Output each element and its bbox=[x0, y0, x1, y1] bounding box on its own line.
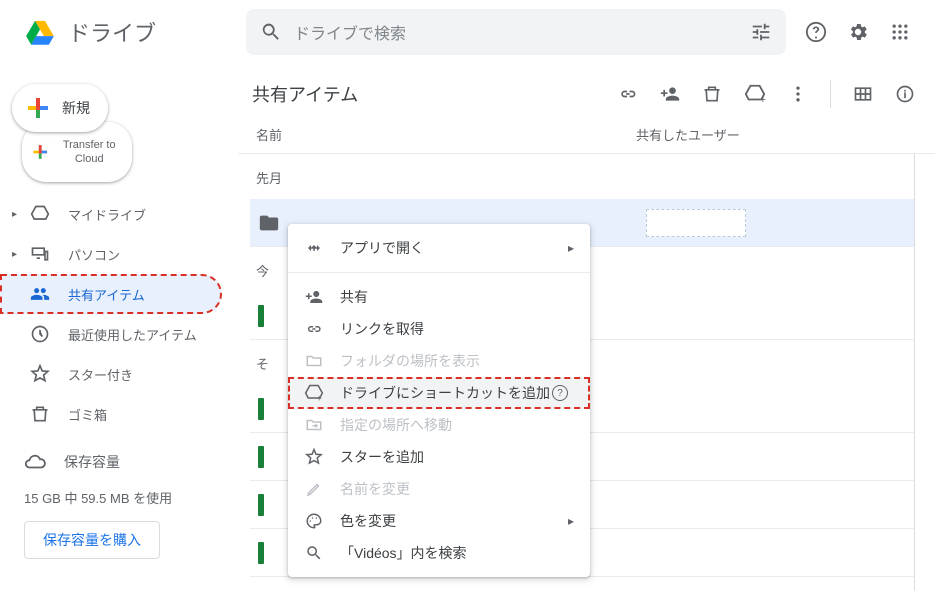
help-icon[interactable]: ? bbox=[552, 385, 568, 401]
apps-grid-icon[interactable] bbox=[888, 20, 912, 44]
sidebar-item-computers[interactable]: ▸ パソコン bbox=[0, 234, 222, 274]
app-header: ドライブ ドライブで検索 bbox=[0, 0, 935, 64]
ctx-rename: 名前を変更 bbox=[288, 473, 590, 505]
section-label: 先月 bbox=[250, 154, 914, 199]
drive-shortcut-icon[interactable]: + bbox=[744, 83, 766, 105]
sidebar-item-shared[interactable]: 共有アイテム bbox=[0, 274, 222, 314]
star-icon bbox=[28, 364, 52, 384]
transfer-label: Transfer to Cloud bbox=[54, 138, 124, 166]
svg-text:+: + bbox=[317, 393, 322, 403]
ctx-search-in[interactable]: 「Vidéos」内を検索 bbox=[288, 537, 590, 569]
col-shared-by[interactable]: 共有したユーザー bbox=[636, 125, 740, 144]
ctx-move: 指定の場所へ移動 bbox=[288, 409, 590, 441]
ctx-add-shortcut[interactable]: + ドライブにショートカットを追加 ? bbox=[288, 377, 590, 409]
more-icon[interactable] bbox=[788, 84, 808, 104]
sidebar: 新規 Transfer to Cloud ▸ マイドライブ ▸ パソコン 共有ア bbox=[0, 64, 238, 591]
context-menu: アプリで開く ▸ 共有 リンクを取得 フォルダの場所を表示 + ドライブにショー… bbox=[288, 224, 590, 577]
grid-view-icon[interactable] bbox=[853, 84, 873, 104]
sidebar-item-starred[interactable]: スター付き bbox=[0, 354, 222, 394]
folder-icon bbox=[258, 212, 280, 234]
plus-multi-icon bbox=[32, 142, 48, 162]
content-header: 共有アイテム + bbox=[238, 64, 935, 124]
sidebar-item-mydrive[interactable]: ▸ マイドライブ bbox=[0, 194, 222, 234]
item-icon bbox=[258, 446, 264, 468]
redacted-user bbox=[646, 209, 746, 237]
folder-icon bbox=[304, 351, 324, 371]
ctx-change-color[interactable]: 色を変更 ▸ bbox=[288, 505, 590, 537]
item-icon bbox=[258, 305, 264, 327]
search-icon bbox=[304, 543, 324, 563]
ctx-add-star[interactable]: スターを追加 bbox=[288, 441, 590, 473]
item-icon bbox=[258, 542, 264, 564]
devices-icon bbox=[28, 244, 52, 264]
info-icon[interactable] bbox=[895, 84, 915, 104]
ctx-share[interactable]: 共有 bbox=[288, 281, 590, 313]
mydrive-icon bbox=[28, 204, 52, 224]
drive-shortcut-icon: + bbox=[304, 383, 324, 403]
tune-icon[interactable] bbox=[750, 21, 772, 43]
page-title: 共有アイテム bbox=[252, 81, 618, 107]
recent-icon bbox=[28, 324, 52, 344]
buy-storage-button[interactable]: 保存容量を購入 bbox=[24, 521, 160, 559]
item-icon bbox=[258, 494, 264, 516]
rename-icon bbox=[304, 479, 324, 499]
sidebar-nav: ▸ マイドライブ ▸ パソコン 共有アイテム 最近使用したアイテム bbox=[0, 194, 238, 434]
chevron-right-icon: ▸ bbox=[12, 249, 24, 260]
shared-icon bbox=[28, 284, 52, 304]
ctx-open-with[interactable]: アプリで開く ▸ bbox=[288, 232, 590, 264]
menu-separator bbox=[288, 272, 590, 273]
palette-icon bbox=[304, 511, 324, 531]
item-icon bbox=[258, 398, 264, 420]
chevron-right-icon: ▸ bbox=[568, 241, 574, 255]
col-name[interactable]: 名前 bbox=[256, 125, 636, 144]
svg-text:+: + bbox=[760, 94, 766, 105]
storage-section: 保存容量 15 GB 中 59.5 MB を使用 保存容量を購入 bbox=[0, 434, 238, 559]
chevron-right-icon: ▸ bbox=[568, 514, 574, 528]
column-headers: 名前 共有したユーザー bbox=[238, 124, 935, 154]
trash-icon bbox=[28, 404, 52, 424]
cloud-icon bbox=[24, 451, 46, 473]
move-icon bbox=[304, 415, 324, 435]
search-placeholder: ドライブで検索 bbox=[294, 20, 750, 44]
plus-multi-icon bbox=[26, 96, 50, 120]
drive-logo-icon bbox=[20, 14, 60, 50]
link-icon bbox=[304, 319, 324, 339]
new-button[interactable]: 新規 bbox=[12, 84, 108, 132]
link-icon[interactable] bbox=[618, 84, 638, 104]
sidebar-item-recent[interactable]: 最近使用したアイテム bbox=[0, 314, 222, 354]
logo-area[interactable]: ドライブ bbox=[8, 14, 246, 50]
person-add-icon[interactable] bbox=[660, 84, 680, 104]
settings-icon[interactable] bbox=[846, 20, 870, 44]
chevron-right-icon: ▸ bbox=[12, 209, 24, 220]
header-actions bbox=[804, 20, 920, 44]
storage-usage: 15 GB 中 59.5 MB を使用 bbox=[24, 488, 218, 507]
new-label: 新規 bbox=[62, 98, 90, 118]
sidebar-item-trash[interactable]: ゴミ箱 bbox=[0, 394, 222, 434]
search-bar[interactable]: ドライブで検索 bbox=[246, 9, 786, 55]
app-title: ドライブ bbox=[68, 16, 156, 48]
star-icon bbox=[304, 447, 324, 467]
sidebar-item-storage[interactable]: 保存容量 bbox=[24, 442, 218, 482]
separator bbox=[830, 80, 831, 108]
open-with-icon bbox=[304, 238, 324, 258]
help-icon[interactable] bbox=[804, 20, 828, 44]
person-add-icon bbox=[304, 287, 324, 307]
search-icon bbox=[260, 21, 282, 43]
ctx-get-link[interactable]: リンクを取得 bbox=[288, 313, 590, 345]
ctx-show-location: フォルダの場所を表示 bbox=[288, 345, 590, 377]
delete-icon[interactable] bbox=[702, 84, 722, 104]
